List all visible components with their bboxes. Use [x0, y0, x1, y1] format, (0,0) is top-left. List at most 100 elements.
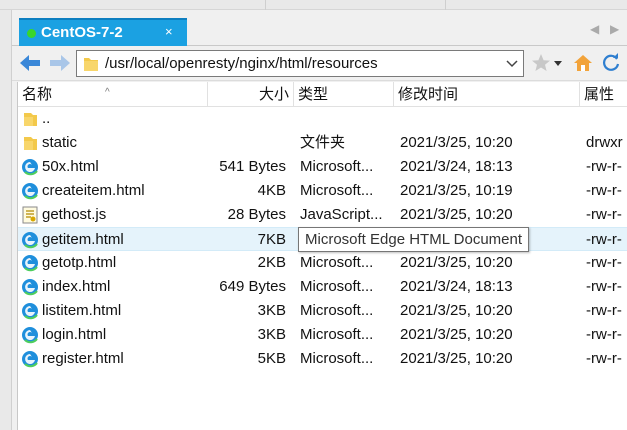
file-name: listitem.html	[42, 302, 122, 319]
file-name: createitem.html	[42, 182, 145, 199]
forward-button[interactable]	[48, 52, 72, 74]
file-name: getitem.html	[42, 231, 124, 248]
tab-bar: CentOS-7-2 × ◀ ▶	[12, 10, 627, 46]
file-name: gethost.js	[42, 206, 107, 223]
file-name: index.html	[42, 278, 111, 295]
file-attributes	[586, 107, 627, 131]
file-modified: 2021/3/25, 10:20	[400, 254, 513, 271]
edge-icon	[22, 159, 38, 176]
sort-ascending-icon: ^	[105, 87, 110, 98]
file-name: static	[42, 134, 78, 151]
file-name: 50x.html	[42, 158, 99, 175]
edge-icon	[22, 351, 38, 368]
table-row[interactable]: gethost.js 28 Bytes JavaScript... 2021/3…	[18, 203, 627, 227]
file-modified: 2021/3/25, 10:19	[400, 182, 513, 199]
file-modified: 2021/3/25, 10:20	[400, 326, 513, 343]
file-size	[208, 131, 286, 155]
edge-icon	[22, 303, 38, 320]
file-attributes: -rw-r-	[586, 158, 622, 175]
column-date-label: 修改时间	[398, 86, 459, 103]
file-type: Microsoft...	[300, 302, 374, 319]
file-attributes: -rw-r-	[586, 302, 622, 319]
table-row[interactable]: 50x.html 541 Bytes Microsoft... 2021/3/2…	[18, 155, 627, 179]
column-header-size[interactable]: 大小	[208, 82, 294, 107]
table-row[interactable]: createitem.html 4KB Microsoft... 2021/3/…	[18, 179, 627, 203]
column-type-label: 类型	[298, 86, 329, 103]
file-size: 7KB	[257, 231, 286, 248]
tab-centos-7-2[interactable]: CentOS-7-2 ×	[19, 18, 187, 46]
file-attributes: drwxr	[586, 134, 623, 151]
file-size: 649 Bytes	[219, 278, 286, 295]
file-size: 3KB	[257, 302, 286, 319]
left-panel-edge	[0, 10, 12, 430]
file-modified: 2021/3/25, 10:20	[400, 134, 513, 151]
star-icon	[532, 54, 550, 71]
edge-icon	[22, 327, 38, 344]
table-row[interactable]: listitem.html 3KB Microsoft... 2021/3/25…	[18, 299, 627, 323]
caret-down-icon	[554, 61, 562, 66]
file-modified: 2021/3/25, 10:20	[400, 302, 513, 319]
path-input[interactable]: /usr/local/openresty/nginx/html/resource…	[76, 50, 524, 77]
tab-title: CentOS-7-2	[41, 24, 123, 41]
file-modified: 2021/3/25, 10:20	[400, 206, 513, 223]
file-attributes: -rw-r-	[586, 206, 622, 223]
column-header-date[interactable]: 修改时间	[394, 82, 580, 107]
file-size: 28 Bytes	[227, 206, 286, 223]
file-name: login.html	[42, 326, 107, 343]
bookmark-button[interactable]	[530, 52, 552, 74]
file-attributes: -rw-r-	[586, 231, 622, 248]
back-button[interactable]	[18, 52, 42, 74]
home-icon	[574, 55, 592, 71]
table-row[interactable]: static 文件夹 2021/3/25, 10:20 drwxr	[18, 131, 627, 155]
file-size: 5KB	[257, 350, 286, 367]
file-type: Microsoft...	[300, 254, 374, 271]
file-modified: 2021/3/25, 10:20	[400, 350, 513, 367]
folder-icon	[24, 113, 37, 126]
file-modified	[400, 107, 580, 131]
table-row[interactable]: login.html 3KB Microsoft... 2021/3/25, 1…	[18, 323, 627, 347]
table-row[interactable]: getotp.html 2KB Microsoft... 2021/3/25, …	[18, 251, 627, 275]
file-attributes: -rw-r-	[586, 254, 622, 271]
bookmark-dropdown-button[interactable]	[552, 52, 564, 74]
table-row[interactable]: index.html 649 Bytes Microsoft... 2021/3…	[18, 275, 627, 299]
edge-icon	[22, 279, 38, 296]
file-attributes: -rw-r-	[586, 326, 622, 343]
column-header-type[interactable]: 类型	[294, 82, 394, 107]
column-name-label: 名称	[22, 86, 53, 103]
edge-icon	[22, 255, 38, 272]
file-list: 名称 ^ 大小 类型 修改时间 属性 .. static 文件夹 2021/3/…	[17, 82, 627, 430]
file-size: 2KB	[257, 254, 286, 271]
file-type: Microsoft...	[300, 182, 374, 199]
file-type: Microsoft...	[300, 350, 374, 367]
top-divider	[445, 0, 446, 10]
tab-close-button[interactable]: ×	[165, 24, 173, 39]
tab-next-icon[interactable]: ▶	[610, 22, 619, 36]
home-button[interactable]	[572, 52, 594, 74]
table-row[interactable]: ..	[18, 107, 627, 131]
column-size-label: 大小	[258, 86, 289, 103]
file-type: JavaScript...	[300, 206, 383, 223]
path-text: /usr/local/openresty/nginx/html/resource…	[105, 55, 378, 72]
file-type: Microsoft...	[300, 278, 374, 295]
connection-status-icon	[27, 29, 36, 38]
tab-prev-icon[interactable]: ◀	[590, 22, 599, 36]
folder-icon	[24, 137, 37, 150]
edge-icon	[22, 232, 38, 249]
sftp-window: CentOS-7-2 × ◀ ▶ /usr/local/openresty/ng…	[0, 0, 627, 430]
toolbar: /usr/local/openresty/nginx/html/resource…	[12, 47, 627, 81]
file-type: Microsoft...	[300, 158, 374, 175]
file-attributes: -rw-r-	[586, 182, 622, 199]
refresh-icon	[603, 53, 620, 71]
refresh-button[interactable]	[600, 52, 622, 74]
file-size	[208, 107, 286, 131]
chevron-down-icon	[506, 60, 518, 68]
file-size: 3KB	[257, 326, 286, 343]
table-row[interactable]: register.html 5KB Microsoft... 2021/3/25…	[18, 347, 627, 371]
top-divider	[265, 0, 266, 10]
file-attributes: -rw-r-	[586, 278, 622, 295]
column-header-attr[interactable]: 属性	[580, 82, 627, 107]
column-header-name[interactable]: 名称 ^	[18, 82, 208, 107]
file-type: 文件夹	[300, 134, 346, 151]
path-dropdown-button[interactable]	[501, 51, 523, 76]
file-modified: 2021/3/24, 18:13	[400, 158, 513, 175]
